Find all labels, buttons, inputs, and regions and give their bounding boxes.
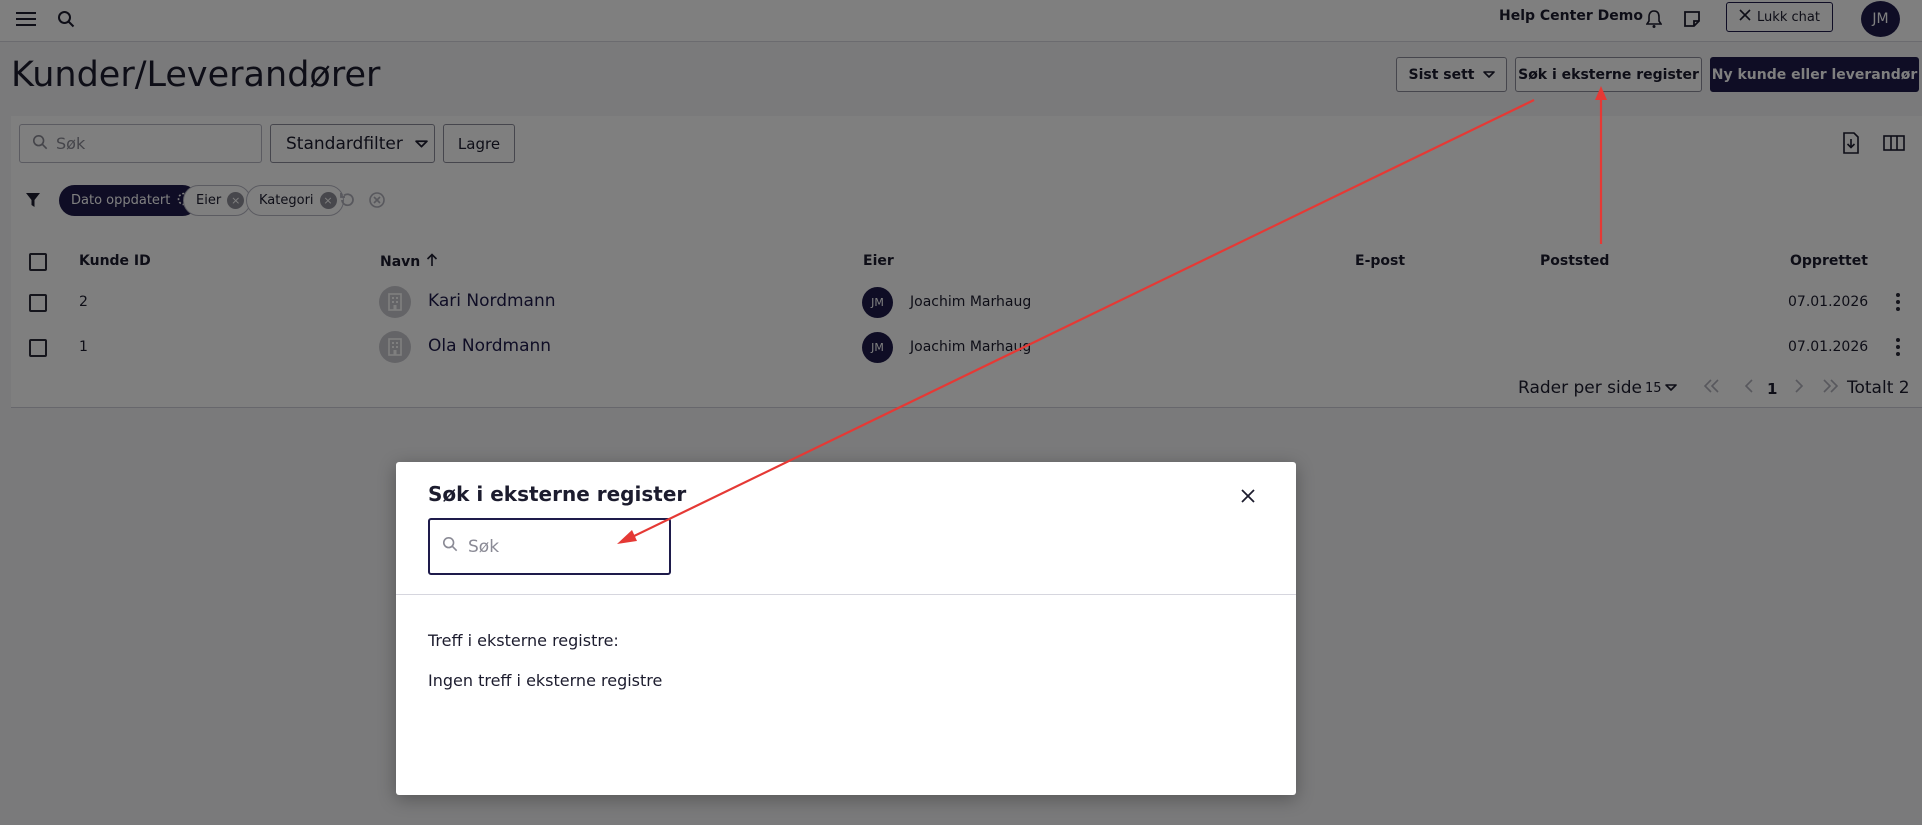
dialog-divider	[396, 594, 1296, 595]
search-placeholder: Søk	[468, 536, 500, 557]
close-icon[interactable]	[1236, 484, 1260, 508]
dialog-title: Søk i eksterne register	[428, 482, 687, 506]
external-search-input[interactable]: Søk	[428, 518, 671, 575]
results-heading: Treff i eksterne registre:	[428, 631, 619, 650]
no-results-message: Ingen treff i eksterne registre	[428, 671, 663, 690]
external-search-dialog: Søk i eksterne register Søk Treff i ekst…	[396, 462, 1296, 795]
search-icon	[442, 536, 458, 557]
